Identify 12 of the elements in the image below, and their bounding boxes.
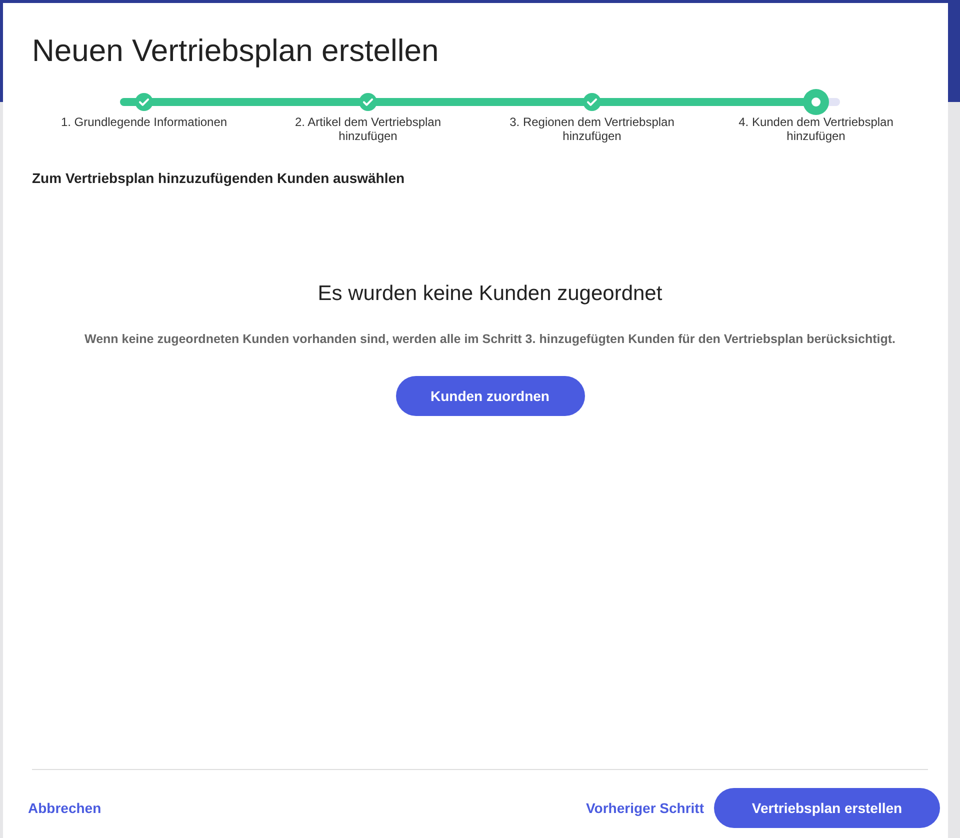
previous-link[interactable]: Vorheriger Schritt [586,800,704,816]
submit-button[interactable]: Vertriebsplan erstellen [714,788,940,828]
step-label: 2. Artikel dem Vertriebsplan hinzufügen [294,115,442,143]
section-title: Zum Vertriebsplan hinzuzufügenden Kunden auswählen [32,170,406,186]
dialog-title: Neuen Vertriebsplan erstellen [32,33,440,69]
step-label: 1. Grundlegende Informationen [60,115,228,129]
cancel-link[interactable]: Abbrechen [28,800,102,816]
step-label: 4. Kunden dem Vertriebsplan hinzufügen [738,115,894,143]
empty-message: Wenn keine zugeordneten Kunden vorhanden sind, werden alle im Schritt 3. hinzugefügten Kunden für den Vertriebsplan berücksichtigt. [84,332,896,346]
step-label: 3. Regionen dem Vertriebsplan hinzufügen [508,115,676,143]
assign-button[interactable]: Kunden zuordnen [396,376,584,416]
empty-heading: Es wurden keine Kunden zugeordnet [318,282,662,306]
